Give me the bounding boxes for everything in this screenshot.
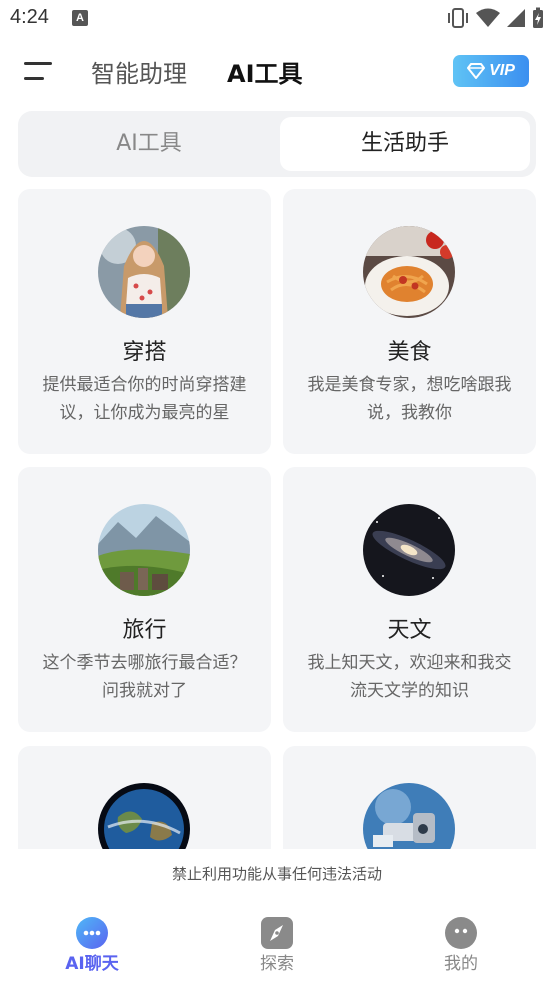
card-description: 我是美食专家，想吃啥跟我说，我教你 xyxy=(307,375,512,423)
tabbar-label: AI聊天 xyxy=(65,954,119,974)
card-title: 美食 xyxy=(387,340,432,365)
tabbar-label: 我的 xyxy=(444,954,478,974)
status-bar: 4:24 A xyxy=(0,0,554,38)
tab-smart-assistant[interactable]: 智能助理 xyxy=(91,54,187,89)
vip-button[interactable]: VIP xyxy=(453,55,529,87)
segmented-control: AI工具 生活助手 xyxy=(18,111,536,177)
card-title: 天文 xyxy=(387,618,432,643)
astronomy-avatar xyxy=(363,504,455,596)
chat-icon xyxy=(76,917,108,949)
card-description: 提供最适合你的时尚穿搭建议，让你成为最亮的星 xyxy=(42,375,247,423)
tabbar-item-profile[interactable]: 我的 xyxy=(416,917,506,974)
vibrate-icon xyxy=(448,8,468,28)
status-time: 4:24 xyxy=(10,6,49,28)
tabbar-label: 探索 xyxy=(260,954,294,974)
segment-ai-tools[interactable]: AI工具 xyxy=(24,117,274,171)
battery-icon xyxy=(533,7,543,28)
vip-label: VIP xyxy=(489,62,515,79)
card-travel[interactable]: 旅行 这个季节去哪旅行最合适？问我就对了 xyxy=(18,467,271,732)
card-description: 我上知天文，欢迎来和我交流天文学的知识 xyxy=(307,653,512,701)
wifi-icon xyxy=(476,8,500,27)
fashion-avatar xyxy=(98,226,190,318)
profile-icon xyxy=(445,917,477,949)
card-food[interactable]: 美食 我是美食专家，想吃啥跟我说，我教你 xyxy=(283,189,536,454)
tabbar-item-explore[interactable]: 探索 xyxy=(232,917,322,974)
tabbar-item-chat[interactable]: AI聊天 xyxy=(47,917,137,974)
status-icons xyxy=(446,7,544,29)
diamond-icon xyxy=(467,63,486,79)
notification-icon: A xyxy=(72,10,88,26)
menu-icon[interactable] xyxy=(24,60,54,82)
header: 智能助理 AI工具 VIP xyxy=(0,48,554,96)
compass-icon xyxy=(261,917,293,949)
card-description: 这个季节去哪旅行最合适？问我就对了 xyxy=(42,653,247,701)
food-avatar xyxy=(363,226,455,318)
tab-ai-tools[interactable]: AI工具 xyxy=(227,54,303,89)
card-title: 旅行 xyxy=(122,618,167,643)
legal-notice: 禁止利用功能从事任何违法活动 xyxy=(171,865,382,883)
card-title: 穿搭 xyxy=(122,340,167,365)
card-astronomy[interactable]: 天文 我上知天文，欢迎来和我交流天文学的知识 xyxy=(283,467,536,732)
travel-avatar xyxy=(98,504,190,596)
signal-icon xyxy=(507,9,525,27)
card-fashion[interactable]: 穿搭 提供最适合你的时尚穿搭建议，让你成为最亮的星 xyxy=(18,189,271,454)
segment-life-assistant[interactable]: 生活助手 xyxy=(280,117,530,171)
bottom-area: 禁止利用功能从事任何违法活动 AI聊天 探索 我的 xyxy=(0,849,554,984)
